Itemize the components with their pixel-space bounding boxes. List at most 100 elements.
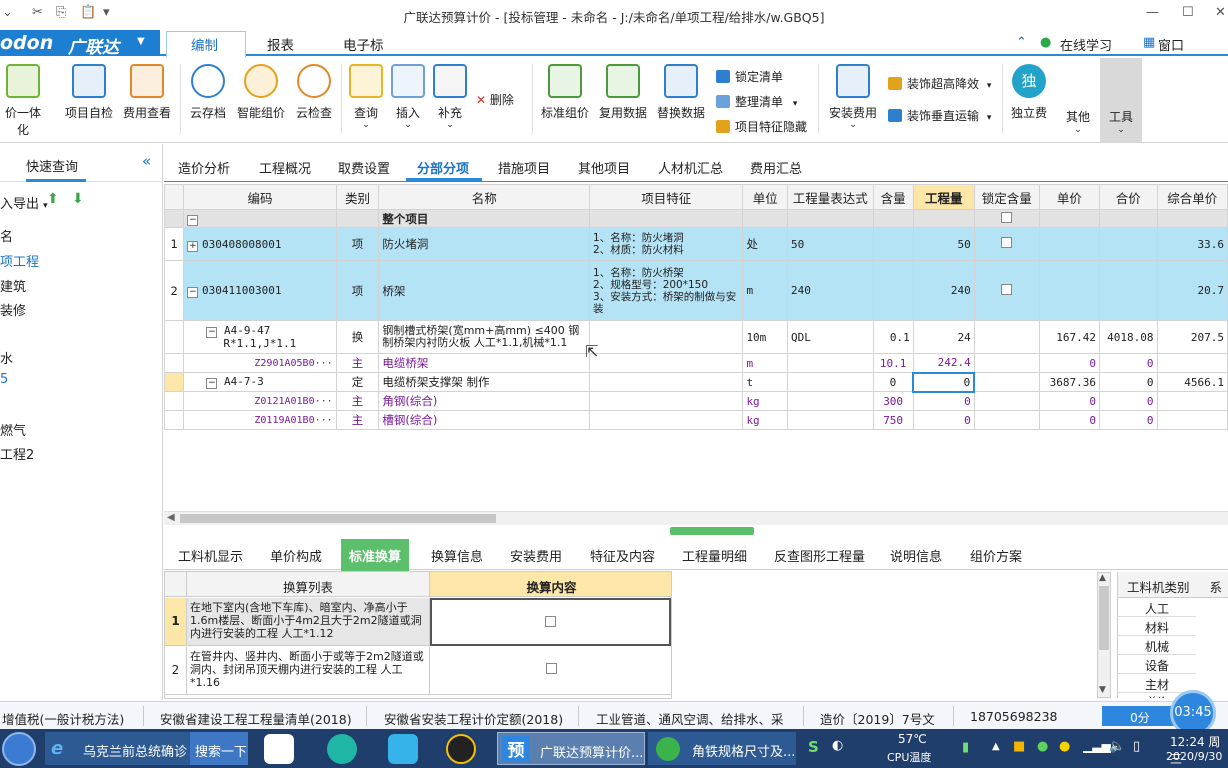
- cell-feature[interactable]: 1、名称：防火堵洞 2、材质：防火材料: [589, 227, 744, 261]
- tray-app-icon[interactable]: ◐: [832, 738, 843, 753]
- cell-content[interactable]: 10.1: [872, 353, 914, 373]
- maximize-button[interactable]: ☐: [1182, 5, 1194, 20]
- tab-other-items[interactable]: 其他项目: [578, 158, 630, 177]
- tray-expand-icon[interactable]: ▲: [992, 741, 1000, 752]
- table-row[interactable]: 1 + 030408008001 项 防火堵洞 1、名称：防火堵洞 2、材质：防…: [163, 227, 1228, 261]
- ribbon-replace-data[interactable]: 替换数据: [654, 64, 708, 121]
- labor-category-item[interactable]: 主材: [1118, 674, 1196, 693]
- table-header[interactable]: 项目特征: [589, 184, 744, 210]
- scrollbar-thumb[interactable]: [180, 514, 496, 523]
- cell-content[interactable]: 300: [872, 391, 914, 411]
- cell-name[interactable]: 槽钢(综合): [378, 410, 591, 430]
- move-up-icon[interactable]: ⬆: [47, 191, 59, 207]
- collapse-icon[interactable]: −: [206, 326, 218, 338]
- collapse-icon[interactable]: −: [187, 215, 199, 226]
- ribbon-lock-list[interactable]: 锁定清单: [716, 68, 783, 85]
- horizontal-scrollbar[interactable]: ◀: [164, 511, 1228, 525]
- conversion-content-cell[interactable]: [430, 647, 671, 695]
- tray-app-icon[interactable]: ●: [1037, 739, 1048, 754]
- cell-content[interactable]: 0: [872, 372, 914, 392]
- taskbar-item-browser[interactable]: e 乌克兰前总统确诊: [45, 732, 190, 765]
- table-header[interactable]: 类别: [335, 184, 380, 210]
- volume-icon[interactable]: 🔈: [1109, 739, 1125, 754]
- table-header[interactable]: 合价: [1099, 184, 1158, 210]
- table-header[interactable]: 编码: [183, 184, 337, 210]
- tray-app-icon[interactable]: ■: [1013, 739, 1025, 754]
- scrollbar-thumb[interactable]: [1099, 586, 1109, 650]
- vertical-scrollbar[interactable]: ▲ ▼: [1097, 572, 1111, 698]
- cell-unit[interactable]: kg: [742, 410, 788, 430]
- taskbar-item-glodon[interactable]: 预 广联达预算计价...: [497, 732, 645, 765]
- import-export-button[interactable]: 入导出 ▾: [0, 193, 48, 212]
- online-learn-button[interactable]: 在线学习: [1060, 35, 1112, 54]
- conversion-checkbox[interactable]: [545, 616, 556, 627]
- table-header[interactable]: 单位: [742, 184, 788, 210]
- tree-item[interactable]: 装修: [0, 300, 26, 319]
- cell-content[interactable]: [872, 260, 914, 321]
- cell-feature[interactable]: [589, 320, 744, 354]
- tab-standard-conversion[interactable]: 标准换算: [341, 539, 410, 572]
- ribbon-cost-view[interactable]: 费用查看: [120, 64, 174, 121]
- ribbon-self-check[interactable]: 项目自检: [62, 64, 116, 121]
- input-method-icon[interactable]: ▯: [1133, 739, 1140, 754]
- cell-qty-selected[interactable]: 0: [912, 371, 976, 393]
- tab-feature-content[interactable]: 特征及内容: [590, 546, 655, 565]
- cell-qty[interactable]: 242.4: [912, 353, 975, 373]
- labor-category-item[interactable]: 设备: [1118, 655, 1196, 674]
- table-row[interactable]: Z0119A01B0··· 主 槽钢(综合) kg 750 0 0 0: [163, 410, 1228, 430]
- ribbon-insert[interactable]: 插入 ⌄: [389, 64, 427, 130]
- ribbon-tools[interactable]: 工具 ⌄: [1100, 108, 1142, 135]
- cell-unit[interactable]: 处: [742, 227, 788, 261]
- collapse-pane-icon[interactable]: «: [142, 152, 151, 170]
- cell-unit[interactable]: m: [742, 260, 788, 321]
- cell-name[interactable]: 桥架: [378, 260, 591, 321]
- conversion-item[interactable]: 在地下室内(含地下车库)、暗室内、净高小于1.6m楼层、断面小于4m2且大于2m…: [187, 598, 430, 646]
- tab-labor-display[interactable]: 工料机显示: [178, 546, 243, 565]
- start-button-icon[interactable]: [2, 732, 36, 766]
- table-header[interactable]: 单价: [1038, 184, 1101, 210]
- cell-qty[interactable]: 0: [912, 410, 975, 430]
- table-row[interactable]: 2 − 030411003001 项 桥架 1、名称：防火桥架 2、规格型号：2…: [163, 260, 1228, 321]
- tab-measures[interactable]: 措施项目: [498, 158, 550, 177]
- cell-content[interactable]: [872, 227, 914, 261]
- clock-date[interactable]: 2020/9/30: [1166, 750, 1222, 763]
- ribbon-arrange-list[interactable]: 整理清单 ▾: [716, 93, 797, 110]
- tab-quantity-detail[interactable]: 工程量明细: [682, 546, 747, 565]
- lock-checkbox[interactable]: [1001, 237, 1013, 248]
- conversion-item[interactable]: 在管井内、竖井内、断面小于或等于2m2隧道或洞内、封闭吊顶天棚内进行安装的工程 …: [187, 647, 430, 695]
- menu-tab-ebid[interactable]: 电子标: [343, 34, 384, 54]
- tree-item[interactable]: 工程2: [0, 444, 34, 463]
- cell-expr[interactable]: [786, 353, 874, 373]
- tab-conversion-info[interactable]: 换算信息: [431, 546, 483, 565]
- cloud-app-icon[interactable]: [264, 734, 294, 764]
- tab-reverse-graphic[interactable]: 反查图形工程量: [774, 546, 865, 565]
- quick-query-tab[interactable]: 快速查询: [26, 156, 78, 175]
- lock-checkbox[interactable]: [1001, 211, 1013, 223]
- tab-description[interactable]: 说明信息: [890, 546, 942, 565]
- pane-splitter-handle[interactable]: [670, 527, 754, 535]
- cell-feature[interactable]: [589, 410, 744, 430]
- brand-button[interactable]: odon 广联达 ▼: [0, 30, 160, 58]
- move-down-icon[interactable]: ⬇: [72, 191, 84, 207]
- table-header[interactable]: 工程量表达式: [786, 184, 874, 210]
- tab-labor-material[interactable]: 人材机汇总: [658, 158, 723, 177]
- battery-icon[interactable]: ▮: [962, 740, 969, 755]
- minimize-button[interactable]: —: [1146, 5, 1159, 20]
- collapse-icon[interactable]: −: [187, 287, 199, 298]
- table-header[interactable]: 锁定含量: [973, 184, 1040, 210]
- cell-name[interactable]: 防火堵洞: [378, 227, 591, 261]
- ribbon-hide-feature[interactable]: 项目特征隐藏: [716, 118, 807, 135]
- collapse-ribbon-icon[interactable]: ⌃: [1016, 35, 1027, 50]
- lock-checkbox[interactable]: [1001, 283, 1013, 295]
- ribbon-reuse-data[interactable]: 复用数据: [596, 64, 650, 121]
- close-button[interactable]: ✕: [1215, 5, 1226, 20]
- cell-unit[interactable]: t: [742, 372, 788, 392]
- cell-expr[interactable]: 50: [786, 227, 874, 261]
- scroll-left-icon[interactable]: ◀: [167, 512, 175, 523]
- table-row[interactable]: Z2901A05B0··· 主 电缆桥架 m 10.1 242.4 0 0: [163, 353, 1228, 373]
- window-menu-button[interactable]: 窗口: [1158, 35, 1184, 54]
- cell-qty[interactable]: 24: [912, 320, 975, 354]
- wps-tray-icon[interactable]: S: [808, 738, 819, 756]
- ribbon-standard-price[interactable]: 标准组价: [538, 64, 592, 121]
- expand-icon[interactable]: +: [187, 240, 199, 252]
